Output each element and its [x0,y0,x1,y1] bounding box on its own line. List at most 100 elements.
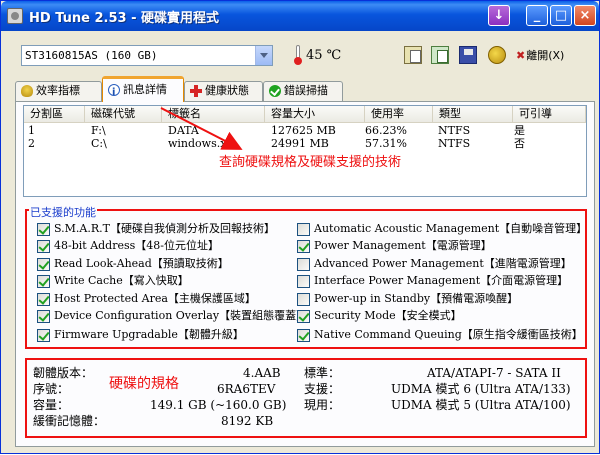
feature-firmware-upgradable[interactable]: Firmware Upgradable【韌體升級】 [37,328,244,344]
feature-checkbox[interactable] [297,275,310,288]
feature-label: Host Protected Area【主機保護區域】 [54,292,256,305]
feature-label: Power Management【電源管理】 [314,239,492,252]
table-cell: C:\ [91,137,107,150]
feature-puis[interactable]: Power-up in Standby【預備電源喚醒】 [297,292,518,308]
table-cell: F:\ [91,124,106,137]
feature-checkbox[interactable] [297,258,310,271]
feature-write-cache[interactable]: Write Cache【寫入快取】 [37,274,189,290]
column-header[interactable]: 分割區 [24,106,85,123]
feature-checkbox[interactable] [37,223,50,236]
table-cell: 57.31% [365,137,407,150]
feature-smart[interactable]: S.M.A.R.T【硬碟自我偵測分析及回報技術】 [37,222,275,238]
window-title: HD Tune 2.53 - 硬碟實用程式 [29,11,220,26]
title-bar[interactable]: HD Tune 2.53 - 硬碟實用程式 ↓ _ □ × [1,1,599,31]
options-icon[interactable] [488,46,506,64]
tab-label: 錯誤掃描 [284,84,328,97]
buffer-value: 8192 KB [221,414,274,428]
feature-checkbox[interactable] [297,223,310,236]
feature-48bit[interactable]: 48-bit Address【48-位元位址】 [37,239,219,255]
tab-error-scan[interactable]: 錯誤掃描 [263,81,343,101]
feature-checkbox[interactable] [37,329,50,342]
close-button[interactable]: × [574,5,596,26]
buffer-label: 緩衝記憶體： [33,414,106,428]
feature-apm[interactable]: Advanced Power Management【進階電源管理】 [297,257,572,273]
tab-health[interactable]: 健康狀態 [184,81,263,101]
feature-hpa[interactable]: Host Protected Area【主機保護區域】 [37,292,256,308]
feature-checkbox[interactable] [297,240,310,253]
feature-power-management[interactable]: Power Management【電源管理】 [297,239,492,255]
copy-text-icon[interactable] [404,46,422,64]
feature-checkbox[interactable] [37,293,50,306]
standard-label: 標準： [304,366,341,380]
column-header[interactable]: 使用率 [365,106,433,123]
temperature-readout: 45 ℃ [306,48,342,63]
table-cell: NTFS [438,124,471,137]
feature-checkbox[interactable] [297,329,310,342]
feature-checkbox[interactable] [37,275,50,288]
table-cell: 否 [514,137,525,150]
feature-checkbox[interactable] [37,310,50,323]
standard-value: ATA/ATAPI-7 - SATA II [427,366,561,380]
feature-read-look-ahead[interactable]: Read Look-Ahead【預讀取技術】 [37,257,229,273]
feature-checkbox[interactable] [297,293,310,306]
feature-checkbox[interactable] [37,240,50,253]
feature-label: Read Look-Ahead【預讀取技術】 [54,257,229,270]
table-cell: 是 [514,124,525,137]
capacity-label: 容量： [33,398,70,412]
serial-label: 序號： [33,382,70,396]
column-header[interactable]: 類型 [433,106,513,123]
thermometer-icon [294,45,302,65]
chevron-down-icon[interactable] [255,46,272,65]
tab-label: 健康狀態 [205,84,249,97]
table-cell: 1 [28,124,35,137]
column-header[interactable]: 標籤名 [162,106,265,123]
feature-ipm[interactable]: Interface Power Management【介面電源管理】 [297,274,568,290]
table-cell: DATA [168,124,199,137]
column-header[interactable]: 容量大小 [265,106,365,123]
feature-label: Device Configuration Overlay【裝置組態覆蓋】 [54,309,308,322]
tab-label: 效率指標 [36,84,80,97]
drive-select-value: ST3160815AS (160 GB) [25,49,158,62]
minimize-button[interactable]: _ [526,5,548,26]
column-header[interactable]: 可引導 [513,106,586,123]
table-cell: 2 [28,137,35,150]
download-icon[interactable]: ↓ [488,5,510,26]
feature-dco[interactable]: Device Configuration Overlay【裝置組態覆蓋】 [37,309,307,325]
exit-button[interactable]: ✖離開(X) [516,46,564,66]
feature-ncq[interactable]: Native Command Queuing【原生指令緩衝區技術】 [297,328,583,344]
supported-label: 支援： [304,382,341,396]
feature-security-mode[interactable]: Security Mode【安全模式】 [297,309,462,325]
save-icon[interactable] [459,46,477,64]
tab-info[interactable]: 訊息詳情 [102,76,184,104]
drive-select[interactable]: ST3160815AS (160 GB) [21,45,273,66]
supported-value: UDMA 模式 6 (Ultra ATA/133) [391,382,571,396]
tab-benchmark[interactable]: 效率指標 [15,81,102,101]
feature-aam[interactable]: Automatic Acoustic Management【自動噪音管理】 [297,222,587,238]
tab-label: 訊息詳情 [123,83,167,96]
table-cell: 66.23% [365,124,407,137]
app-icon [7,8,23,24]
app-window: HD Tune 2.53 - 硬碟實用程式 ↓ _ □ × ST3160815A… [0,0,600,454]
benchmark-icon [21,85,33,97]
feature-label: Native Command Queuing【原生指令緩衝區技術】 [314,328,583,341]
firmware-label: 韌體版本： [33,366,94,380]
column-header[interactable]: 磁碟代號 [85,106,162,123]
annotation-spec-note: 硬碟的規格 [109,376,179,392]
health-icon [190,85,202,97]
feature-label: Firmware Upgradable【韌體升級】 [54,328,244,341]
feature-label: 48-bit Address【48-位元位址】 [54,239,219,252]
firmware-value: 4.AAB [243,366,281,380]
feature-label: Interface Power Management【介面電源管理】 [314,274,569,287]
copy-screenshot-icon[interactable] [431,46,449,64]
feature-label: Power-up in Standby【預備電源喚醒】 [314,292,519,305]
info-icon [108,82,120,104]
exit-label: 離開(X) [526,49,565,62]
feature-label: Security Mode【安全模式】 [314,309,462,322]
feature-checkbox[interactable] [297,310,310,323]
maximize-button[interactable]: □ [550,5,572,26]
active-value: UDMA 模式 5 (Ultra ATA/100) [391,398,571,412]
feature-checkbox[interactable] [37,258,50,271]
features-group-title: 已支援的功能 [29,204,97,220]
feature-label: S.M.A.R.T【硬碟自我偵測分析及回報技術】 [54,222,275,235]
capacity-value: 149.1 GB (~160.0 GB) [150,398,287,412]
